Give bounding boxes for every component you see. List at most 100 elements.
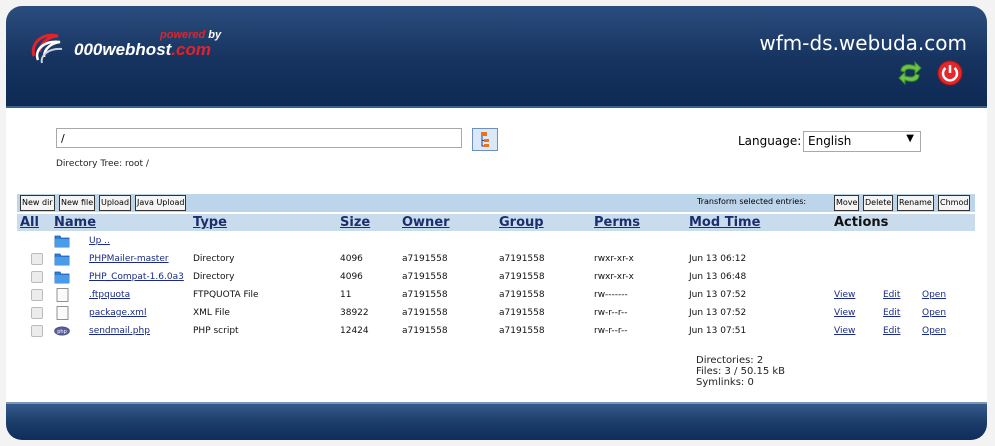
actions-header: Actions bbox=[834, 215, 889, 230]
cell-size: 38922 bbox=[340, 308, 369, 318]
file-name-link[interactable]: package.xml bbox=[89, 308, 146, 318]
cell-group: a7191558 bbox=[499, 326, 545, 336]
cell-perms: rw------- bbox=[594, 290, 628, 300]
cell-type: FTPQUOTA File bbox=[193, 290, 259, 300]
language-label: Language: bbox=[738, 134, 802, 148]
sort-group-link[interactable]: Group bbox=[499, 215, 544, 230]
file-name-link[interactable]: sendmail.php bbox=[89, 326, 150, 336]
file-name-link[interactable]: .ftpquota bbox=[89, 290, 130, 300]
directory-stats: Directories: 2 Files: 3 / 50.15 kB Symli… bbox=[696, 355, 785, 388]
view-link[interactable]: View bbox=[834, 308, 855, 318]
stats-files: Files: 3 / 50.15 kB bbox=[696, 366, 786, 377]
edit-link[interactable]: Edit bbox=[883, 308, 900, 318]
path-input[interactable] bbox=[56, 128, 462, 148]
move-button[interactable]: Move bbox=[834, 195, 860, 211]
row-checkbox[interactable] bbox=[31, 325, 43, 337]
sort-modtime-link[interactable]: Mod Time bbox=[689, 215, 760, 230]
select-all-link[interactable]: All bbox=[20, 215, 39, 230]
power-icon[interactable] bbox=[936, 59, 964, 87]
upload-button[interactable]: Upload bbox=[99, 195, 132, 211]
view-link[interactable]: View bbox=[834, 290, 855, 300]
file-icon bbox=[56, 306, 69, 320]
cell-mod-time: Jun 13 07:51 bbox=[689, 326, 747, 336]
cell-group: a7191558 bbox=[499, 290, 545, 300]
footer-banner bbox=[6, 402, 987, 440]
cell-size: 12424 bbox=[340, 326, 369, 336]
cell-owner: a7191558 bbox=[402, 326, 448, 336]
table-row: PHP_Compat-1.6.0a3 Directory 4096 a7191558 a… bbox=[17, 268, 975, 286]
table-row: package.xml XML File 38922 a7191558 a7191558… bbox=[17, 304, 975, 322]
row-checkbox[interactable] bbox=[31, 253, 43, 265]
brand-name: 000webhost.com bbox=[74, 40, 211, 59]
sort-owner-link[interactable]: Owner bbox=[402, 215, 450, 230]
open-link[interactable]: Open bbox=[922, 290, 946, 300]
sort-name-link[interactable]: Name bbox=[54, 215, 96, 230]
svg-text:php: php bbox=[57, 329, 67, 335]
new-dir-button[interactable]: New dir bbox=[20, 195, 55, 211]
cell-mod-time: Jun 13 07:52 bbox=[689, 290, 747, 300]
cell-mod-time: Jun 13 06:12 bbox=[689, 254, 747, 264]
delete-button[interactable]: Delete bbox=[863, 195, 894, 211]
table-row-up: Up .. bbox=[17, 232, 975, 250]
cell-perms: rw-r--r-- bbox=[594, 308, 628, 318]
cell-type: Directory bbox=[193, 254, 235, 264]
row-checkbox[interactable] bbox=[31, 271, 43, 283]
folder-icon bbox=[54, 235, 70, 248]
open-link[interactable]: Open bbox=[922, 308, 946, 318]
cell-group: a7191558 bbox=[499, 254, 545, 264]
toolbar: New dir New file Upload Java Upload Tran… bbox=[17, 194, 975, 212]
cell-owner: a7191558 bbox=[402, 272, 448, 282]
cell-size: 4096 bbox=[340, 254, 363, 264]
domain-title: wfm-ds.webuda.com bbox=[759, 31, 967, 55]
cell-owner: a7191558 bbox=[402, 290, 448, 300]
cell-size: 4096 bbox=[340, 272, 363, 282]
table-row: .ftpquota FTPQUOTA File 11 a7191558 a7191558… bbox=[17, 286, 975, 304]
cell-type: XML File bbox=[193, 308, 230, 318]
directory-tree-button[interactable] bbox=[472, 128, 498, 151]
transform-label: Transform selected entries: bbox=[697, 197, 807, 206]
cell-group: a7191558 bbox=[499, 272, 545, 282]
cell-type: PHP script bbox=[193, 326, 239, 336]
rename-button[interactable]: Rename bbox=[897, 195, 934, 211]
sort-type-link[interactable]: Type bbox=[193, 215, 227, 230]
cell-mod-time: Jun 13 07:52 bbox=[689, 308, 747, 318]
tree-icon bbox=[481, 132, 489, 147]
swirl-logo-icon bbox=[31, 33, 63, 64]
stats-directories: Directories: 2 bbox=[696, 355, 764, 366]
directory-tree-label: Directory Tree: root / bbox=[56, 159, 149, 169]
app-frame: powered by 000webhost.com wfm-ds.webuda.… bbox=[6, 6, 987, 440]
cell-perms: rwxr-xr-x bbox=[594, 254, 634, 264]
folder-icon bbox=[54, 271, 70, 284]
table-header: All Name Type Size Owner Group Perms Mod… bbox=[17, 214, 975, 231]
cell-perms: rwxr-xr-x bbox=[594, 272, 634, 282]
open-link[interactable]: Open bbox=[922, 326, 946, 336]
table-row: php sendmail.php PHP script 12424 a7191558 a7… bbox=[17, 322, 975, 340]
up-link[interactable]: Up .. bbox=[89, 236, 110, 246]
file-name-link[interactable]: PHP_Compat-1.6.0a3 bbox=[89, 272, 184, 282]
row-checkbox[interactable] bbox=[31, 307, 43, 319]
refresh-icon[interactable] bbox=[896, 59, 924, 87]
header-banner: powered by 000webhost.com wfm-ds.webuda.… bbox=[6, 6, 987, 108]
cell-perms: rw-r--r-- bbox=[594, 326, 628, 336]
cell-owner: a7191558 bbox=[402, 254, 448, 264]
edit-link[interactable]: Edit bbox=[883, 290, 900, 300]
stats-symlinks: Symlinks: 0 bbox=[696, 377, 754, 388]
edit-link[interactable]: Edit bbox=[883, 326, 900, 336]
row-checkbox[interactable] bbox=[31, 289, 43, 301]
file-icon bbox=[56, 288, 69, 302]
file-name-link[interactable]: PHPMailer-master bbox=[89, 254, 169, 264]
sort-perms-link[interactable]: Perms bbox=[594, 215, 640, 230]
cell-owner: a7191558 bbox=[402, 308, 448, 318]
java-upload-button[interactable]: Java Upload bbox=[135, 195, 187, 211]
language-selected: English bbox=[808, 134, 852, 148]
new-file-button[interactable]: New file bbox=[59, 195, 96, 211]
chmod-button[interactable]: Chmod bbox=[938, 195, 971, 211]
folder-icon bbox=[54, 253, 70, 266]
sort-size-link[interactable]: Size bbox=[340, 215, 370, 230]
view-link[interactable]: View bbox=[834, 326, 855, 336]
logo: powered by 000webhost.com bbox=[28, 28, 228, 68]
chevron-down-icon: ▼ bbox=[906, 133, 914, 144]
cell-size: 11 bbox=[340, 290, 352, 300]
language-select[interactable]: English ▼ bbox=[803, 131, 921, 152]
table-row: PHPMailer-master Directory 4096 a7191558 a71… bbox=[17, 250, 975, 268]
